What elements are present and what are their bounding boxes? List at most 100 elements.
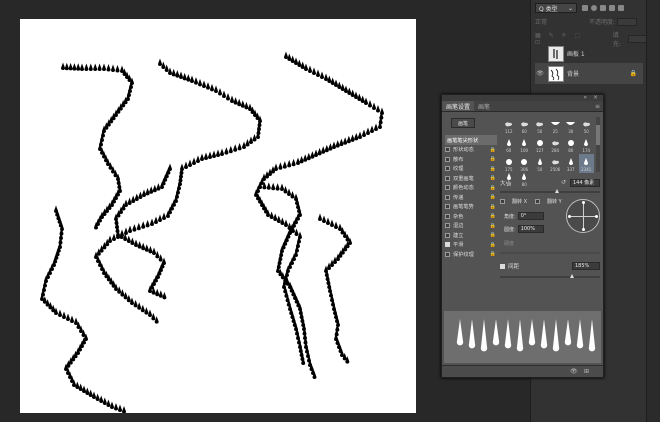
fill-field[interactable] <box>627 35 647 43</box>
layer-row-background[interactable]: 👁 背景 🔒 <box>535 63 643 84</box>
brush-tip-preset[interactable]: 60 <box>501 135 517 154</box>
layer-name[interactable]: 背景 <box>567 69 579 78</box>
new-brush-icon[interactable]: ⊞ <box>584 368 589 375</box>
eye-toggle-icon[interactable]: 👁 <box>570 368 578 375</box>
brush-option-row[interactable]: 双重画笔 🔒 <box>445 174 497 184</box>
brush-tip-preset[interactable]: 60 <box>517 116 533 135</box>
spacing-slider[interactable] <box>500 276 600 278</box>
spacing-field[interactable]: 185% <box>572 262 600 270</box>
teardrop-mark <box>228 145 233 154</box>
brush-tip-preset[interactable]: 174 <box>579 135 595 154</box>
brush-tip-preset[interactable]: 284 <box>548 135 564 154</box>
option-checkbox[interactable] <box>445 166 450 172</box>
brush-option-row[interactable]: 形状动态 🔒 <box>445 145 497 155</box>
type-filter-icon[interactable] <box>600 5 606 11</box>
option-checkbox[interactable] <box>445 175 450 181</box>
size-slider[interactable] <box>500 191 600 193</box>
option-label: 湿边 <box>453 223 464 230</box>
teardrop-mark <box>136 222 141 231</box>
brush-option-row[interactable]: 画笔笔势 🔒 <box>445 202 497 212</box>
brush-option-row[interactable]: 散布 🔒 <box>445 155 497 165</box>
brush-option-row[interactable]: 纹理 🔒 <box>445 164 497 174</box>
panel-menu-icon[interactable]: ≡ <box>595 103 600 110</box>
option-checkbox[interactable] <box>445 242 450 248</box>
lock-icon[interactable]: 🔒 <box>490 232 497 238</box>
size-field[interactable]: 144 像素 <box>570 178 600 187</box>
lock-icon[interactable]: 🔒 <box>490 194 497 200</box>
brush-tip-preset[interactable]: 80 <box>563 135 579 154</box>
option-checkbox[interactable] <box>445 147 450 153</box>
layer-kind-filter[interactable]: Q 类型 ⌄ <box>535 3 577 13</box>
layer-row-artboard[interactable]: 画板 1 <box>535 43 643 64</box>
lock-icon[interactable]: 🔒 <box>490 213 497 219</box>
brush-option-row[interactable]: 平滑 🔒 <box>445 240 497 250</box>
brush-tip-preset[interactable]: 50 <box>579 116 595 135</box>
brush-option-row[interactable]: 建立 🔒 <box>445 231 497 241</box>
brush-tip-preset[interactable]: 306 <box>517 154 533 173</box>
brush-tip-preset[interactable]: 100 <box>517 135 533 154</box>
brush-tip-preset[interactable]: 25 <box>548 116 564 135</box>
option-checkbox[interactable] <box>445 204 450 210</box>
lock-icon[interactable]: 🔒 <box>490 204 497 210</box>
option-checkbox[interactable] <box>445 213 450 219</box>
teardrop-mark <box>314 149 318 157</box>
document-canvas[interactable] <box>20 19 416 413</box>
brush-tip-preset[interactable]: 2341 <box>578 154 594 173</box>
option-checkbox[interactable] <box>445 223 450 229</box>
lock-icon[interactable]: 🔒 <box>490 156 497 162</box>
teardrop-mark <box>299 155 304 164</box>
spacing-checkbox[interactable] <box>500 263 505 269</box>
brush-option-row[interactable]: 画笔笔尖形状 <box>445 135 497 145</box>
option-checkbox[interactable] <box>445 251 450 257</box>
angle-roundness-widget[interactable] <box>566 199 600 233</box>
teardrop-mark <box>132 224 137 232</box>
adjustment-filter-icon[interactable] <box>591 5 597 11</box>
angle-field[interactable]: 0° <box>517 212 544 220</box>
option-checkbox[interactable] <box>445 185 450 191</box>
brush-tip-preset[interactable]: 112 <box>501 116 517 135</box>
brush-tip-preset[interactable]: 50 <box>532 154 548 173</box>
brush-option-row[interactable]: 杂色 🔒 <box>445 212 497 222</box>
teardrop-mark <box>332 141 336 149</box>
reset-size-icon[interactable]: ↺ <box>561 179 566 186</box>
lock-icon[interactable]: 🔒 <box>490 175 497 181</box>
flip-x-checkbox[interactable] <box>500 199 505 204</box>
lock-icon[interactable]: 🔒 <box>490 166 497 172</box>
blend-mode-select[interactable]: 正常 <box>535 17 575 26</box>
tab-brushes[interactable]: 画笔 <box>474 101 494 111</box>
option-checkbox[interactable] <box>445 232 450 238</box>
brush-preset-button[interactable]: 画笔 <box>451 118 475 128</box>
brush-tip-preset[interactable]: 337 <box>563 154 579 173</box>
brush-tip-preset[interactable]: 175 <box>501 154 517 173</box>
eye-icon[interactable]: 👁 <box>535 70 545 77</box>
shape-filter-icon[interactable] <box>609 5 615 11</box>
brush-option-row[interactable]: 颜色动态 🔒 <box>445 183 497 193</box>
brush-tip-preset[interactable]: 30 <box>563 116 579 135</box>
smart-object-filter-icon[interactable] <box>618 5 624 11</box>
brush-option-row[interactable]: 湿边 🔒 <box>445 221 497 231</box>
option-checkbox[interactable] <box>445 194 450 200</box>
opacity-field[interactable] <box>617 17 638 26</box>
lock-icon[interactable]: 🔒 <box>490 223 497 229</box>
brush-tip-preset[interactable]: 2506 <box>548 154 564 173</box>
size-slider-thumb[interactable] <box>555 189 559 193</box>
brush-tip-size: 60 <box>521 129 527 134</box>
flip-y-checkbox[interactable] <box>535 199 541 204</box>
tab-brush-settings[interactable]: 画笔设置 <box>442 101 475 111</box>
lock-icon[interactable]: 🔒 <box>490 251 497 257</box>
lock-icon[interactable]: 🔒 <box>490 147 497 153</box>
option-checkbox[interactable] <box>445 156 450 162</box>
pixel-filter-icon[interactable] <box>582 5 588 11</box>
tip-scrollbar[interactable] <box>596 117 600 172</box>
teardrop-mark <box>202 80 206 88</box>
spacing-slider-thumb[interactable] <box>570 274 574 278</box>
brush-tip-preset[interactable]: 127 <box>532 135 548 154</box>
layer-name[interactable]: 画板 1 <box>567 49 585 58</box>
lock-icon[interactable]: 🔒 <box>490 242 497 248</box>
lock-icon[interactable]: 🔒 <box>490 185 497 191</box>
brush-option-row[interactable]: 传递 🔒 <box>445 193 497 203</box>
roundness-field[interactable]: 100% <box>517 225 544 233</box>
brush-option-row[interactable]: 保护纹理 🔒 <box>445 250 497 260</box>
panel-collapse-close-icon[interactable]: » × <box>583 94 600 101</box>
brush-tip-preset[interactable]: 50 <box>532 116 548 135</box>
